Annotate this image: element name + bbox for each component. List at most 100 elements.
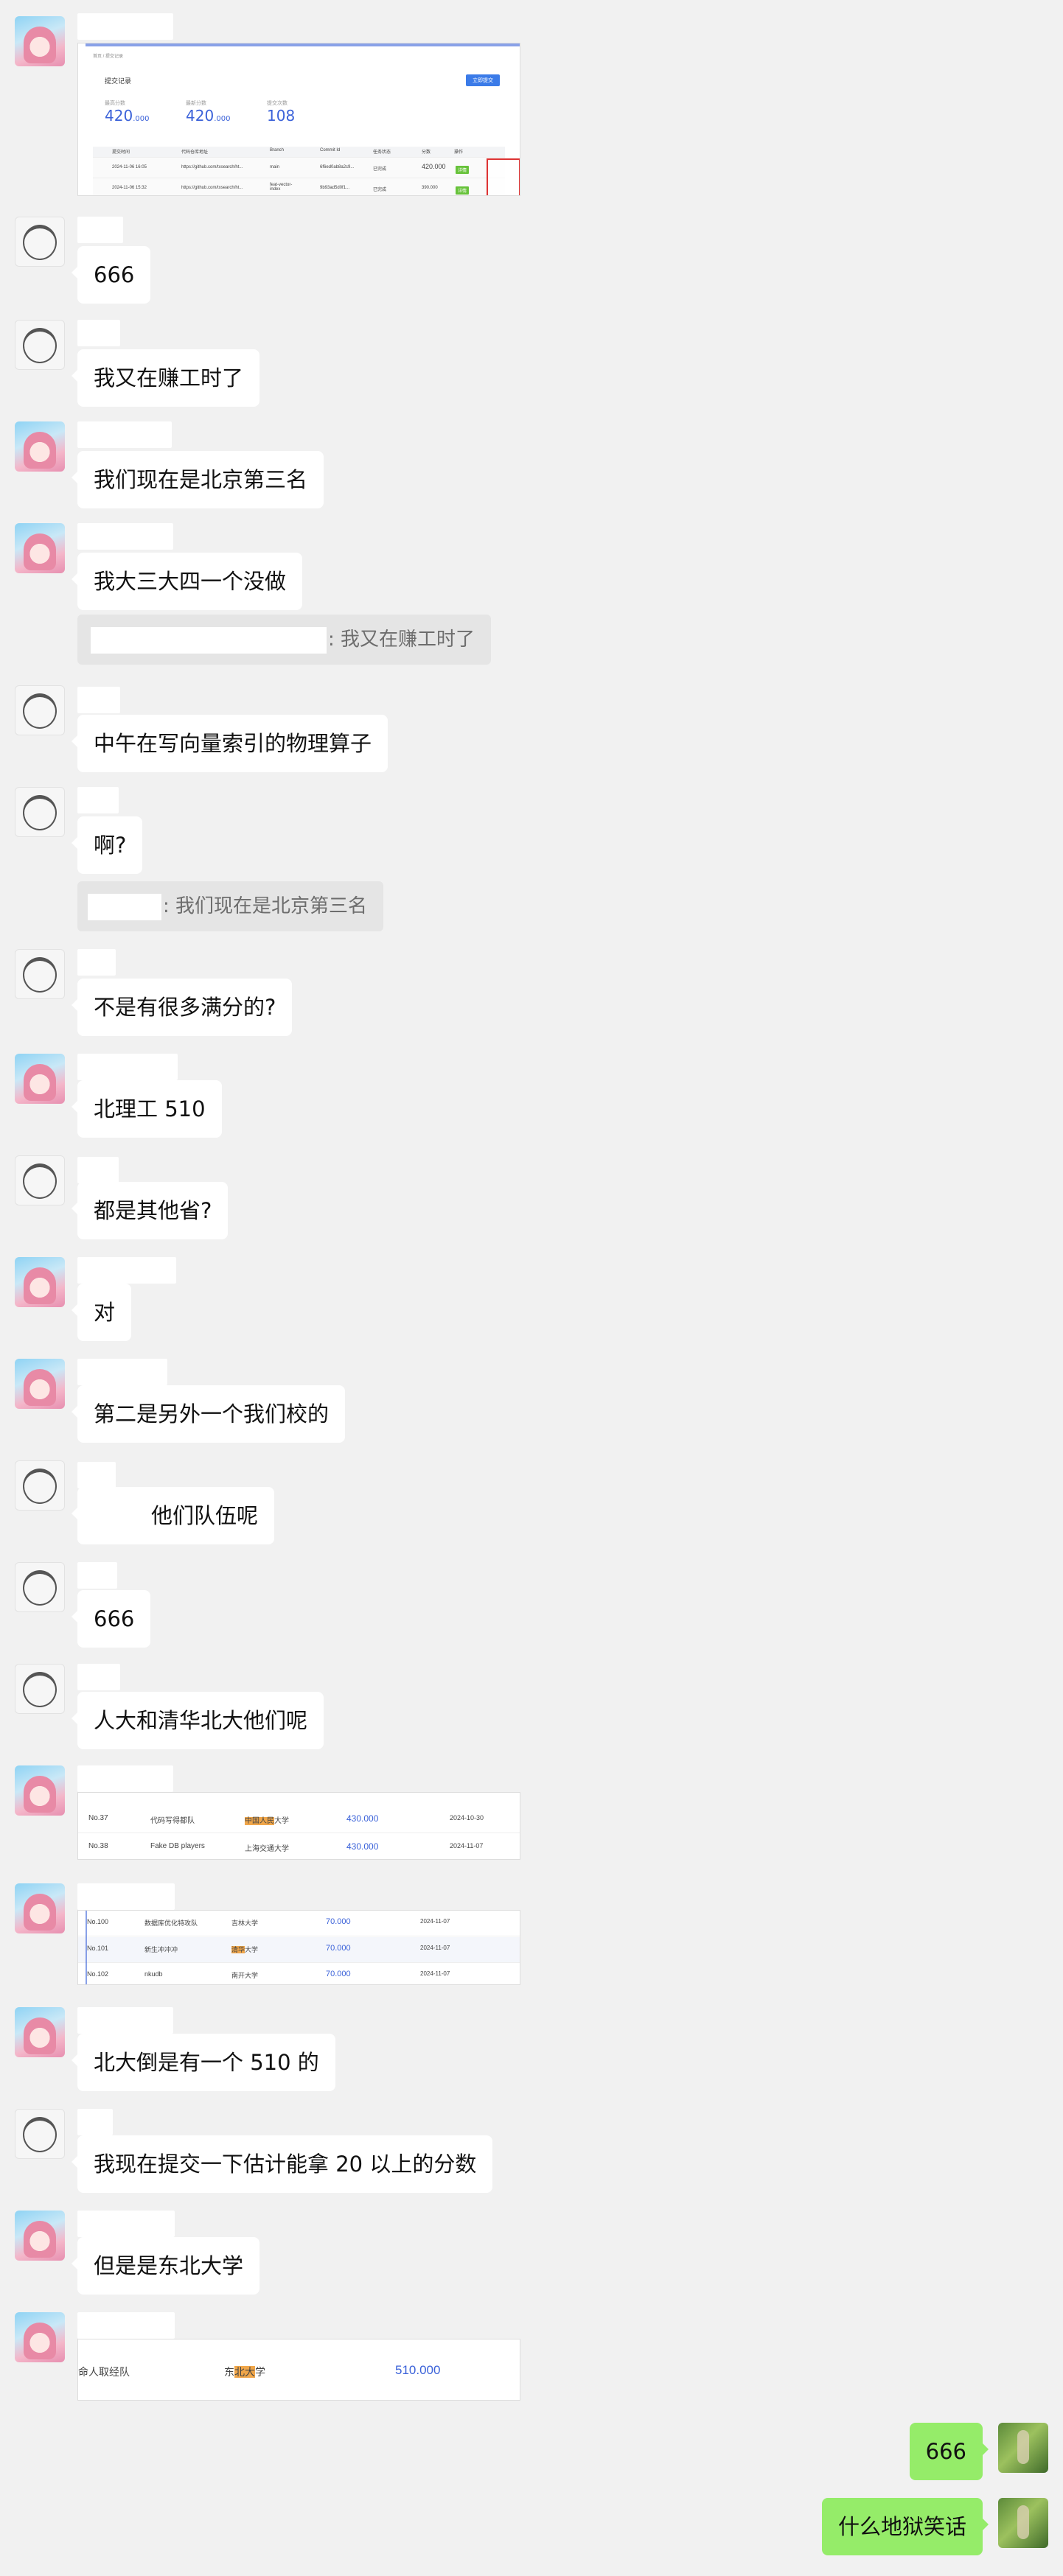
text-bubble[interactable]: 都是其他省? <box>71 1182 229 1239</box>
text-bubble[interactable]: 中午在写向量索引的物理算子 <box>71 715 388 772</box>
sender-name-redacted <box>77 1157 119 1183</box>
text-bubble[interactable]: 我们现在是北京第三名 <box>71 451 324 508</box>
text-bubble[interactable]: 他们队伍呢 <box>71 1487 275 1544</box>
sender-name-redacted <box>77 2109 113 2135</box>
leaderboard-row: No.101 新生冲冲冲 清华大学 70.000 2024-11-07 <box>78 1937 520 1963</box>
avatar[interactable] <box>998 2423 1048 2473</box>
text-bubble[interactable]: 我现在提交一下估计能拿 20 以上的分数 <box>71 2135 493 2193</box>
team-name: 新生冲冲冲 <box>144 1946 178 1953</box>
text-bubble[interactable]: 我大三大四一个没做 <box>71 553 303 610</box>
school: 东北大学 <box>224 2365 265 2379</box>
avatar[interactable] <box>15 1562 65 1612</box>
image-message-submissions[interactable]: 首页 / 提交记录 提交记录 立即提交 最高分数 420.000 最新分数 42… <box>77 43 520 196</box>
cell-time: 2024-11-06 15:32 <box>112 186 147 190</box>
submit-button: 立即提交 <box>466 74 500 86</box>
quoted-sender-redacted <box>91 626 327 654</box>
sender-name-redacted <box>77 787 119 813</box>
avatar[interactable] <box>15 217 65 267</box>
avatar[interactable] <box>15 2109 65 2159</box>
school-suffix: 大学 <box>245 1946 259 1953</box>
text-bubble[interactable]: 666 <box>71 246 151 304</box>
sender-name-redacted <box>77 1664 120 1690</box>
avatar[interactable] <box>15 2007 65 2057</box>
text-bubble[interactable]: 不是有很多满分的? <box>71 979 293 1036</box>
quoted-text: : 我们现在是北京第三名 <box>163 895 368 917</box>
avatar[interactable] <box>15 1765 65 1816</box>
mouse-cursor-overlay <box>487 158 520 195</box>
avatar[interactable] <box>15 523 65 573</box>
quoted-reply[interactable]: : 我们现在是北京第三名 <box>77 881 384 931</box>
avatar[interactable] <box>998 2498 1048 2548</box>
text-bubble[interactable]: 对 <box>71 1284 132 1341</box>
text-bubble-self[interactable]: 什么地狱笑话 <box>821 2498 989 2555</box>
avatar[interactable] <box>15 949 65 999</box>
image-message-leaderboard[interactable]: No.37 代码写得都队 中国人民大学 430.000 2024-10-30 N… <box>77 1792 520 1860</box>
table-row: 2024-11-06 16:05 https://github.com/txse… <box>93 158 505 178</box>
avatar[interactable] <box>15 16 65 66</box>
sender-name-redacted <box>77 13 173 40</box>
school: 上海交通大学 <box>245 1845 289 1853</box>
sender-name-redacted <box>77 217 123 243</box>
avatar[interactable] <box>15 1460 65 1511</box>
stat-card-0: 最高分数 420.000 <box>105 99 149 125</box>
text-bubble[interactable]: 北大倒是有一个 510 的 <box>72 2034 335 2091</box>
avatar[interactable] <box>15 1054 65 1104</box>
column-header: 分数 <box>422 150 431 155</box>
school: 吉林大学 <box>231 1919 259 1927</box>
school: 中国人民大学 <box>245 1814 289 1825</box>
avatar[interactable] <box>15 2211 65 2261</box>
team-name: nkudb <box>144 1970 163 1978</box>
image-message-leaderboard[interactable]: No.100 数据库优化特攻队 吉林大学 70.000 2024-11-07 N… <box>77 1910 520 1985</box>
column-header: Commit Id <box>320 148 341 153</box>
text-bubble-self[interactable]: 666 <box>909 2423 989 2480</box>
quoted-reply[interactable]: : 我又在赚工时了 <box>77 615 492 665</box>
quoted-sender-redacted <box>88 893 161 920</box>
sender-name-redacted <box>77 1883 175 1910</box>
avatar[interactable] <box>15 2312 65 2362</box>
table-row: 2024-11-06 15:32 https://github.com/txse… <box>93 179 505 195</box>
column-header: Branch <box>270 148 285 153</box>
text-bubble[interactable]: 北理工 510 <box>72 1080 222 1138</box>
cell-time: 2024-11-06 16:05 <box>112 165 147 169</box>
stat-value: 420 <box>105 107 133 125</box>
text-bubble[interactable]: 我又在赚工时了 <box>71 349 260 407</box>
sender-name-redacted <box>77 1054 178 1080</box>
school-suffix: 学 <box>255 2366 265 2378</box>
avatar[interactable] <box>15 1359 65 1409</box>
text-bubble[interactable]: 人大和清华北大他们呢 <box>71 1692 324 1749</box>
sender-name-redacted <box>77 2211 175 2237</box>
avatar[interactable] <box>15 1155 65 1205</box>
sender-name-redacted <box>77 1462 116 1488</box>
team-name: Fake DB players <box>150 1842 205 1850</box>
cell-branch: main <box>270 165 280 169</box>
rank: No.37 <box>88 1814 108 1822</box>
avatar[interactable] <box>15 1664 65 1714</box>
avatar[interactable] <box>15 787 65 837</box>
stat-value: 420 <box>186 107 215 125</box>
score: 70.000 <box>326 1917 351 1926</box>
avatar[interactable] <box>15 685 65 735</box>
date: 2024-11-07 <box>420 1970 450 1977</box>
image-message-leaderboard[interactable]: 命人取经队 东北大学 510.000 <box>77 2339 520 2401</box>
cell-branch: feat-vector-index <box>270 183 293 192</box>
sender-name-redacted <box>77 949 116 976</box>
text-bubble[interactable]: 第二是另外一个我们校的 <box>71 1385 346 1443</box>
school-highlight: 清华 <box>231 1946 245 1953</box>
avatar[interactable] <box>15 1257 65 1307</box>
cell-repo: https://github.com/txsearch/ht... <box>181 186 243 190</box>
text-bubble[interactable]: 但是是东北大学 <box>71 2237 260 2295</box>
sender-name-redacted <box>77 1562 117 1589</box>
avatar[interactable] <box>15 320 65 370</box>
rank: No.38 <box>88 1842 108 1850</box>
school-highlight: 北大 <box>234 2366 255 2378</box>
avatar[interactable] <box>15 1883 65 1933</box>
leaderboard-row: No.37 代码写得都队 中国人民大学 430.000 2024-10-30 <box>78 1806 520 1833</box>
school-prefix: 东 <box>224 2366 234 2378</box>
team-name: 数据库优化特攻队 <box>144 1919 198 1927</box>
text-bubble[interactable]: 666 <box>71 1590 151 1648</box>
avatar[interactable] <box>15 421 65 472</box>
submissions-table: 提交时间 代码仓库地址 Branch Commit Id 任务状态 分数 操作 … <box>93 147 520 195</box>
score: 430.000 <box>346 1841 379 1852</box>
cell-score: 390.000 <box>422 186 438 190</box>
text-bubble[interactable]: 啊? <box>71 816 143 874</box>
